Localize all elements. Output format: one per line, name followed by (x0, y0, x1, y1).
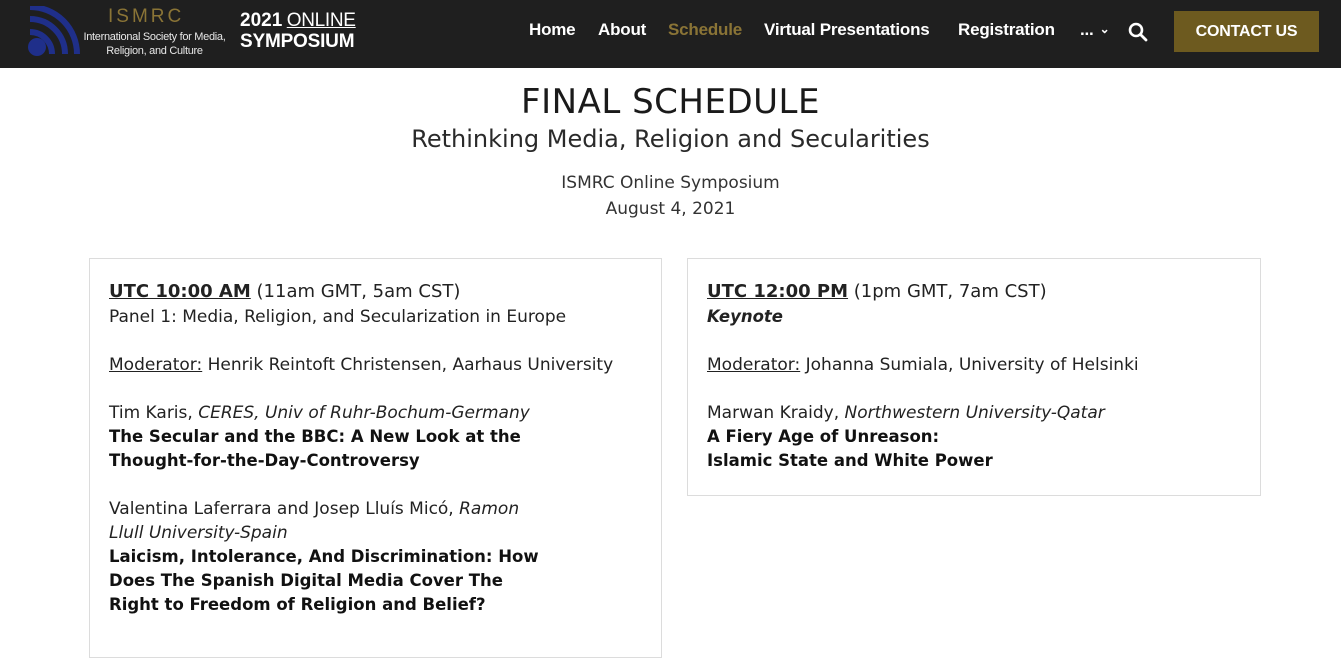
presenter-line: Valentina Laferrara and Josep Lluís Micó… (109, 497, 643, 521)
presenter-affiliation: CERES, Univ of Ruhr-Bochum-Germany (198, 403, 530, 423)
talk-title: Islamic State and White Power (707, 451, 993, 470)
nav-about[interactable]: About (598, 20, 646, 40)
presenter-name: Valentina Laferrara and Josep Lluís Micó… (109, 499, 454, 519)
site-header: ISMRC International Society for Media, R… (0, 0, 1341, 68)
local-times: (11am GMT, 5am CST) (256, 281, 461, 302)
nav-virtual-presentations[interactable]: Virtual Presentations (764, 20, 930, 40)
presenter-affiliation-cont: Llull University-Spain (109, 521, 643, 545)
session-card: UTC 10:00 AM (11am GMT, 5am CST) Panel 1… (89, 258, 662, 658)
moderator-label: Moderator: (707, 355, 801, 375)
symposium-banner[interactable]: 2021 ONLINE SYMPOSIUM (240, 11, 356, 52)
talk-title: Right to Freedom of Religion and Belief? (109, 595, 486, 614)
symposium-year: 2021 (240, 10, 283, 31)
page-subtitle: Rethinking Media, Religion and Secularit… (411, 125, 930, 153)
logo-wordmark[interactable]: ISMRC (108, 6, 184, 28)
presenter-affiliation: Ramon (459, 499, 520, 519)
session-heading: Panel 1: Media, Religion, and Seculariza… (109, 307, 567, 327)
moderator-line: Moderator: Johanna Sumiala, University o… (707, 353, 1242, 377)
search-icon[interactable] (1128, 22, 1148, 42)
symposium-online: ONLINE (286, 10, 356, 31)
logo-subtitle: International Society for Media, Religio… (83, 31, 226, 57)
moderator-label: Moderator: (109, 355, 203, 375)
event-name: ISMRC Online Symposium (561, 173, 780, 193)
moderator-name: Johanna Sumiala, University of Helsinki (805, 355, 1139, 375)
chevron-down-icon: ⌄ (1099, 22, 1110, 36)
presenter-affiliation: Northwestern University-Qatar (844, 403, 1105, 423)
presenter-line: Tim Karis, CERES, Univ of Ruhr-Bochum-Ge… (109, 401, 643, 425)
event-date: August 4, 2021 (605, 199, 736, 219)
talk-title: A Fiery Age of Unreason: (707, 427, 940, 446)
schedule-heading: FINAL SCHEDULE Rethinking Media, Religio… (0, 80, 1341, 222)
session-time: UTC 12:00 PM (1pm GMT, 7am CST) (707, 279, 1242, 305)
session-heading: Keynote (707, 307, 783, 326)
page-title: FINAL SCHEDULE (521, 82, 820, 122)
talk-title: Does The Spanish Digital Media Cover The (109, 571, 503, 590)
talk-title: The Secular and the BBC: A New Look at t… (109, 427, 521, 446)
utc-time[interactable]: UTC 12:00 PM (707, 281, 848, 302)
symposium-word: SYMPOSIUM (240, 31, 355, 52)
local-times: (1pm GMT, 7am CST) (853, 281, 1047, 302)
moderator-name: Henrik Reintoft Christensen, Aarhaus Uni… (207, 355, 614, 375)
nav-home[interactable]: Home (529, 20, 576, 40)
talk-title: Thought-for-the-Day-Controversy (109, 451, 420, 470)
nav-more-label: ... (1080, 20, 1094, 39)
nav-registration[interactable]: Registration (958, 20, 1055, 40)
presenter-name: Marwan Kraidy, (707, 403, 840, 423)
contact-us-button[interactable]: CONTACT US (1174, 11, 1319, 52)
talk-title: Laicism, Intolerance, And Discrimination… (109, 547, 539, 566)
session-card: UTC 12:00 PM (1pm GMT, 7am CST) Keynote … (687, 258, 1261, 496)
presenter-line: Marwan Kraidy, Northwestern University-Q… (707, 401, 1242, 425)
session-time: UTC 10:00 AM (11am GMT, 5am CST) (109, 279, 643, 305)
presenter-affiliation: Llull University-Spain (109, 523, 288, 543)
presenter-name: Tim Karis, (109, 403, 193, 423)
nav-more[interactable]: ... ⌄ (1080, 20, 1110, 40)
utc-time[interactable]: UTC 10:00 AM (109, 281, 251, 302)
nav-schedule[interactable]: Schedule (668, 20, 742, 40)
ismrc-logo-icon[interactable] (26, 6, 82, 60)
moderator-line: Moderator: Henrik Reintoft Christensen, … (109, 353, 643, 377)
